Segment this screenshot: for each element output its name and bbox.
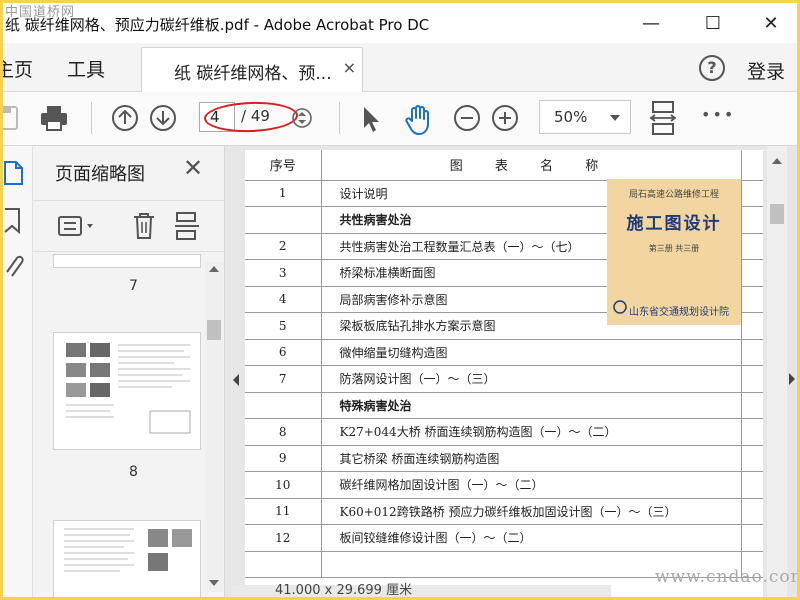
zoom-level-value: 50% bbox=[554, 108, 588, 126]
row-number: 2 bbox=[245, 233, 322, 260]
table-header: 序号 图 表 名 称 bbox=[245, 150, 763, 181]
row-number: 3 bbox=[245, 259, 322, 287]
row-number: 6 bbox=[245, 339, 322, 366]
thumbnail-options-icon[interactable] bbox=[57, 215, 97, 239]
menu-bar: 主页 工具 纸 碳纤维网格、预... × ? 登录 bbox=[3, 43, 797, 93]
minimize-button[interactable]: — bbox=[631, 11, 671, 37]
toolbar: 4 / 49 50% ••• bbox=[3, 92, 797, 146]
row-number: 12 bbox=[245, 524, 322, 552]
cover-image: 局石高速公路维修工程 施工图设计 第三册 共三册 山东省交通规划设计院 bbox=[607, 179, 741, 325]
left-tool-rail bbox=[3, 146, 33, 597]
title-bar: 中国道桥网 纸 碳纤维网格、预应力碳纤维板.pdf - Adobe Acroba… bbox=[3, 3, 797, 43]
row-number: 4 bbox=[245, 286, 322, 313]
thumbnail-panel: 页面缩略图 ✕ 7 8 bbox=[33, 146, 225, 597]
save-icon[interactable] bbox=[3, 104, 21, 132]
menu-home[interactable]: 主页 bbox=[3, 55, 33, 82]
close-button[interactable]: ✕ bbox=[751, 11, 791, 37]
cover-title: 施工图设计 bbox=[626, 214, 722, 234]
row-number bbox=[245, 551, 322, 578]
login-link[interactable]: 登录 bbox=[747, 57, 785, 84]
page-size-readout: 41.000 x 29.699 厘米 bbox=[275, 583, 413, 597]
help-icon[interactable]: ? bbox=[699, 55, 725, 81]
table-row: 7 防落网设计图（一）～（三） bbox=[245, 365, 763, 393]
acrobat-window: 中国道桥网 纸 碳纤维网格、预应力碳纤维板.pdf - Adobe Acroba… bbox=[3, 3, 797, 597]
select-arrow-icon[interactable] bbox=[359, 104, 381, 134]
cover-project: 局石高速公路维修工程 bbox=[628, 190, 719, 200]
row-title: 微伸缩量切缝构造图 bbox=[321, 339, 742, 366]
tab-close-icon[interactable]: × bbox=[343, 58, 356, 77]
previous-page-icon[interactable] bbox=[111, 104, 139, 132]
row-title: K60+012跨铁路桥 预应力碳纤维板加固设计图（一）～（三） bbox=[321, 498, 742, 525]
row-number: 5 bbox=[245, 312, 322, 340]
row-title: 板间铰缝维修设计图（一）～（二） bbox=[321, 524, 742, 552]
thumbnail-page-label: 7 bbox=[129, 278, 138, 294]
collapse-left-icon[interactable] bbox=[231, 372, 241, 388]
fit-page-icon[interactable] bbox=[649, 100, 677, 136]
zoom-level-select[interactable]: 50% bbox=[539, 100, 631, 134]
document-viewport[interactable]: 序号 图 表 名 称 1 设计说明 共性病害处治 2 共性病害处治工程数量汇总表（一）～… bbox=[225, 146, 797, 597]
bookmark-icon[interactable] bbox=[3, 206, 25, 236]
more-tools-icon[interactable]: ••• bbox=[701, 105, 735, 124]
row-number: 8 bbox=[245, 418, 322, 446]
row-number: 10 bbox=[245, 471, 322, 499]
chevron-down-icon bbox=[610, 115, 620, 121]
row-number: 7 bbox=[245, 365, 322, 393]
panel-title: 页面缩略图 bbox=[55, 164, 145, 185]
site-watermark-footer: www.cndao.com bbox=[655, 567, 797, 587]
thumbnail-page[interactable] bbox=[53, 332, 201, 450]
row-title: 其它桥梁 桥面连续钢筋构造图 bbox=[321, 445, 742, 472]
cover-organization: 山东省交通规划设计院 bbox=[629, 307, 729, 318]
table-row: 12 板间铰缝维修设计图（一）～（二） bbox=[245, 524, 763, 552]
table-row: 10 碳纤维网格加固设计图（一）～（二） bbox=[245, 471, 763, 499]
zoom-in-icon[interactable] bbox=[491, 104, 519, 132]
table-row: 6 微伸缩量切缝构造图 bbox=[245, 339, 763, 366]
document-scrollbar[interactable] bbox=[767, 146, 787, 597]
row-title: 碳纤维网格加固设计图（一）～（二） bbox=[321, 471, 742, 499]
thumbnail-scrollbar[interactable] bbox=[205, 262, 223, 592]
maximize-button[interactable]: ☐ bbox=[693, 11, 733, 37]
status-bar: 41.000 x 29.699 厘米 bbox=[231, 583, 611, 597]
section-heading: 特殊病害处治 bbox=[321, 392, 742, 419]
extract-page-icon[interactable] bbox=[173, 211, 201, 243]
header-name: 图 表 名 称 bbox=[321, 150, 742, 181]
row-title: 防落网设计图（一）～（三） bbox=[321, 365, 742, 393]
thumbnail-page[interactable] bbox=[53, 520, 201, 597]
document-tab-label: 纸 碳纤维网格、预... bbox=[174, 64, 332, 84]
table-row: 8 K27+044大桥 桥面连续钢筋构造图（一）～（二） bbox=[245, 418, 763, 446]
next-page-icon[interactable] bbox=[149, 104, 177, 132]
row-title: K27+044大桥 桥面连续钢筋构造图（一）～（二） bbox=[321, 418, 742, 446]
pdf-page: 序号 图 表 名 称 1 设计说明 共性病害处治 2 共性病害处治工程数量汇总表（一）～… bbox=[245, 150, 763, 597]
thumbnail-page-label: 8 bbox=[129, 464, 138, 480]
cover-volume: 第三册 共三册 bbox=[648, 244, 700, 253]
page-stepper-icon[interactable] bbox=[291, 104, 313, 132]
header-number: 序号 bbox=[245, 150, 322, 181]
thumbnail-toolbar bbox=[33, 200, 225, 252]
row-number: 9 bbox=[245, 445, 322, 472]
hand-tool-icon[interactable] bbox=[403, 104, 433, 136]
thumbnail-page[interactable] bbox=[53, 254, 201, 268]
attachment-icon[interactable] bbox=[3, 250, 25, 280]
row-number: 1 bbox=[245, 180, 322, 207]
table-row: 9 其它桥梁 桥面连续钢筋构造图 bbox=[245, 445, 763, 472]
menu-tools[interactable]: 工具 bbox=[67, 55, 105, 82]
collapse-right-icon[interactable] bbox=[787, 371, 797, 387]
document-tab[interactable]: 纸 碳纤维网格、预... × bbox=[141, 47, 363, 93]
cover-logo-icon bbox=[613, 300, 627, 314]
toolbar-separator bbox=[91, 102, 92, 134]
table-row: 特殊病害处治 bbox=[245, 392, 763, 419]
row-number bbox=[245, 392, 322, 419]
row-number: 11 bbox=[245, 498, 322, 525]
zoom-out-icon[interactable] bbox=[453, 104, 481, 132]
toolbar-separator bbox=[339, 102, 340, 134]
print-icon[interactable] bbox=[39, 104, 69, 132]
delete-page-icon[interactable] bbox=[131, 211, 157, 241]
window-title: 纸 碳纤维网格、预应力碳纤维板.pdf - Adobe Acrobat Pro … bbox=[5, 16, 430, 34]
table-row: 11 K60+012跨铁路桥 预应力碳纤维板加固设计图（一）～（三） bbox=[245, 498, 763, 525]
page-thumbnails-icon[interactable] bbox=[3, 158, 25, 188]
panel-close-icon[interactable]: ✕ bbox=[183, 154, 203, 182]
row-number bbox=[245, 206, 322, 234]
